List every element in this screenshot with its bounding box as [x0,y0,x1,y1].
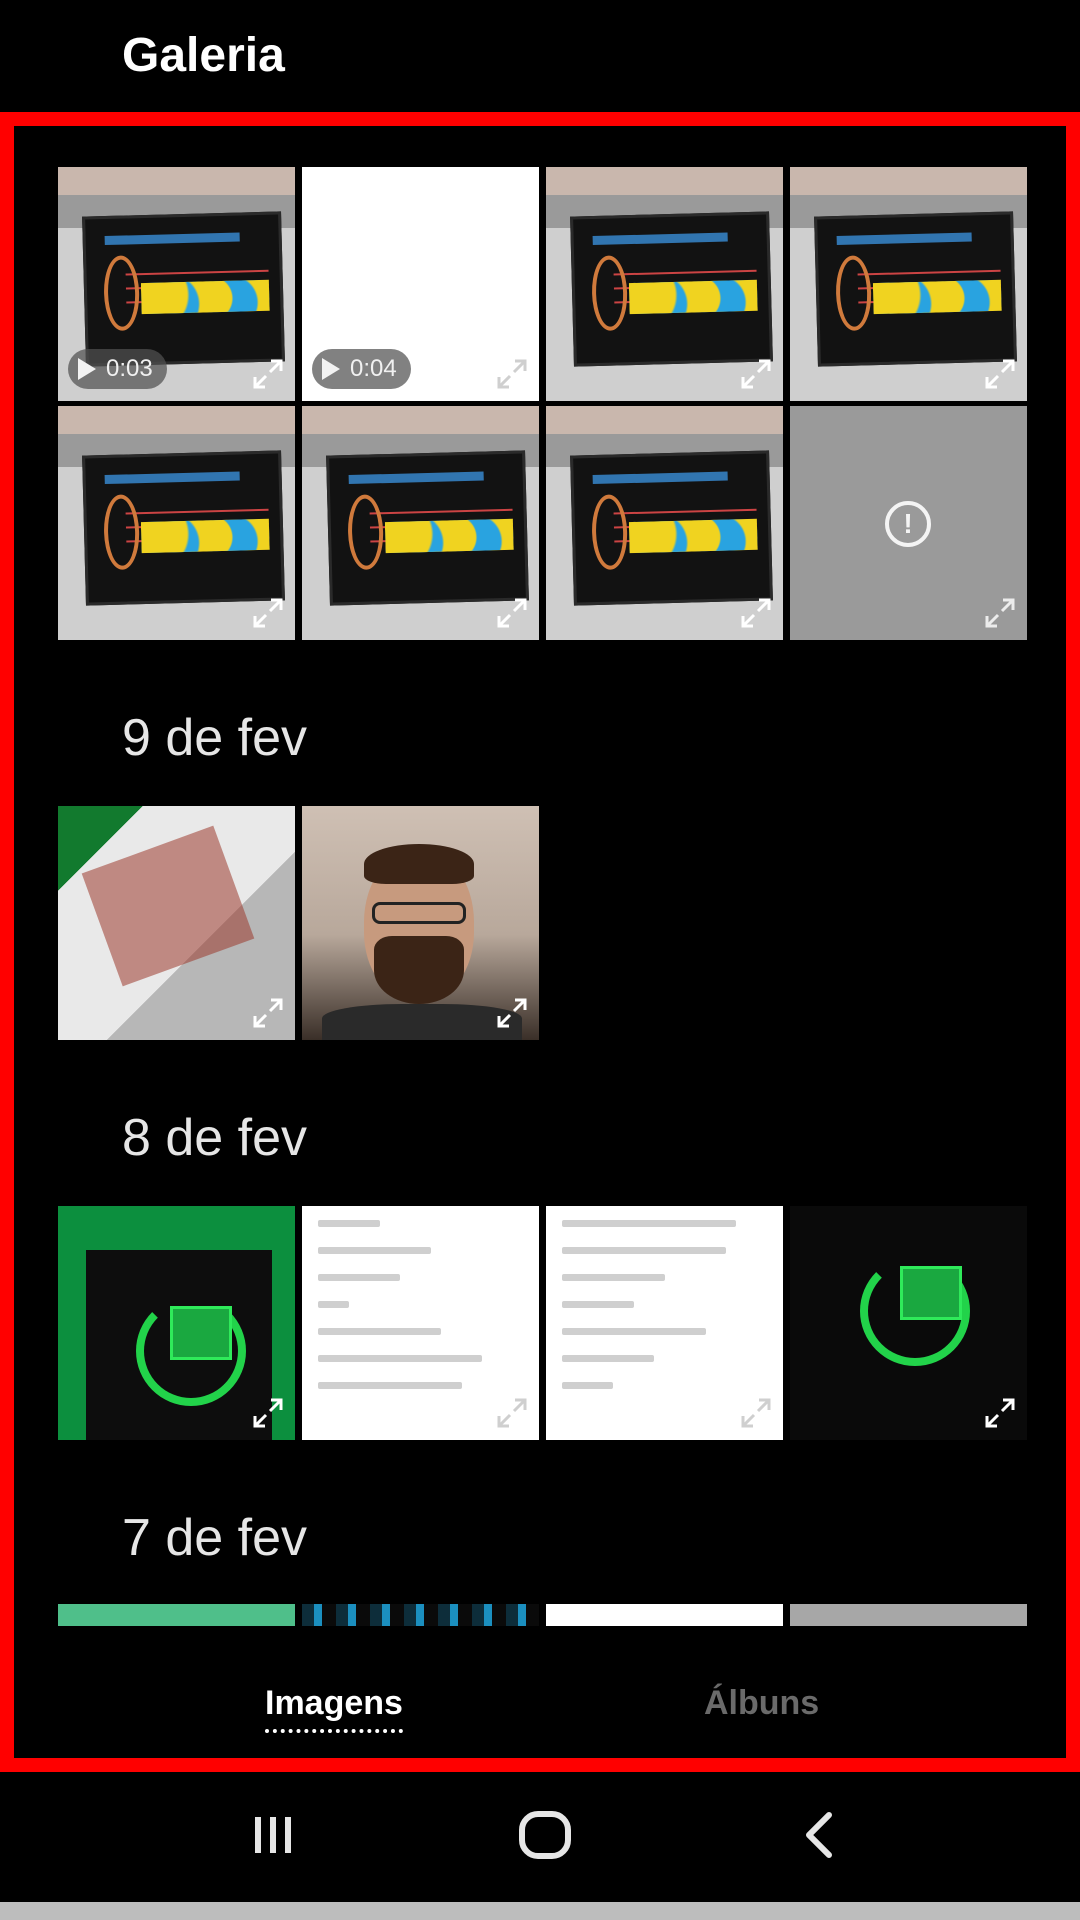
video-thumbnail[interactable]: 0:04 [302,167,539,401]
home-button[interactable] [500,1802,590,1872]
photo-thumbnail[interactable] [546,406,783,640]
date-header: 7 de fev [122,1509,308,1567]
recent-apps-button[interactable] [228,1802,318,1872]
expand-icon[interactable] [739,357,773,391]
play-icon [78,358,96,380]
video-duration-badge: 0:04 [312,349,411,389]
photo-thumbnail-partial[interactable] [790,1604,1027,1626]
video-thumbnail[interactable]: 0:03 [58,167,295,401]
photo-thumbnail[interactable] [546,167,783,401]
expand-icon[interactable] [739,596,773,630]
expand-icon[interactable] [495,357,529,391]
tab-images[interactable]: Imagens [265,1684,403,1733]
photo-thumbnail[interactable] [58,806,295,1040]
bottom-edge [0,1902,1080,1920]
photo-thumbnail[interactable] [790,167,1027,401]
photo-thumbnail-partial[interactable] [58,1604,295,1626]
system-navigation-bar [0,1772,1080,1902]
back-button[interactable] [774,1802,864,1872]
expand-icon[interactable] [251,1396,285,1430]
expand-icon[interactable] [983,357,1017,391]
photo-thumbnail-error[interactable]: ! [790,406,1027,640]
expand-icon[interactable] [251,596,285,630]
video-duration: 0:03 [106,355,153,382]
home-icon [517,1809,573,1866]
back-icon [799,1809,839,1866]
photo-thumbnail[interactable] [302,806,539,1040]
photo-thumbnail[interactable] [790,1206,1027,1440]
photo-thumbnail-partial[interactable] [302,1604,539,1626]
screenshot-thumbnail[interactable] [546,1206,783,1440]
expand-icon[interactable] [251,996,285,1030]
video-duration-badge: 0:03 [68,349,167,389]
photo-thumbnail[interactable] [302,406,539,640]
expand-icon[interactable] [495,1396,529,1430]
expand-icon[interactable] [983,1396,1017,1430]
photo-thumbnail-partial[interactable] [546,1604,783,1626]
expand-icon[interactable] [251,357,285,391]
date-header: 9 de fev [122,709,308,767]
play-icon [322,358,340,380]
expand-icon[interactable] [739,1396,773,1430]
photo-thumbnail[interactable] [58,406,295,640]
app-title: Galeria [122,29,285,82]
expand-icon[interactable] [495,596,529,630]
photo-thumbnail[interactable] [58,1206,295,1440]
date-header: 8 de fev [122,1109,308,1167]
recent-apps-icon [249,1813,297,1862]
tab-albums[interactable]: Álbuns [704,1684,819,1723]
error-icon: ! [885,501,931,547]
screenshot-thumbnail[interactable] [302,1206,539,1440]
expand-icon[interactable] [983,596,1017,630]
video-duration: 0:04 [350,355,397,382]
expand-icon[interactable] [495,996,529,1030]
